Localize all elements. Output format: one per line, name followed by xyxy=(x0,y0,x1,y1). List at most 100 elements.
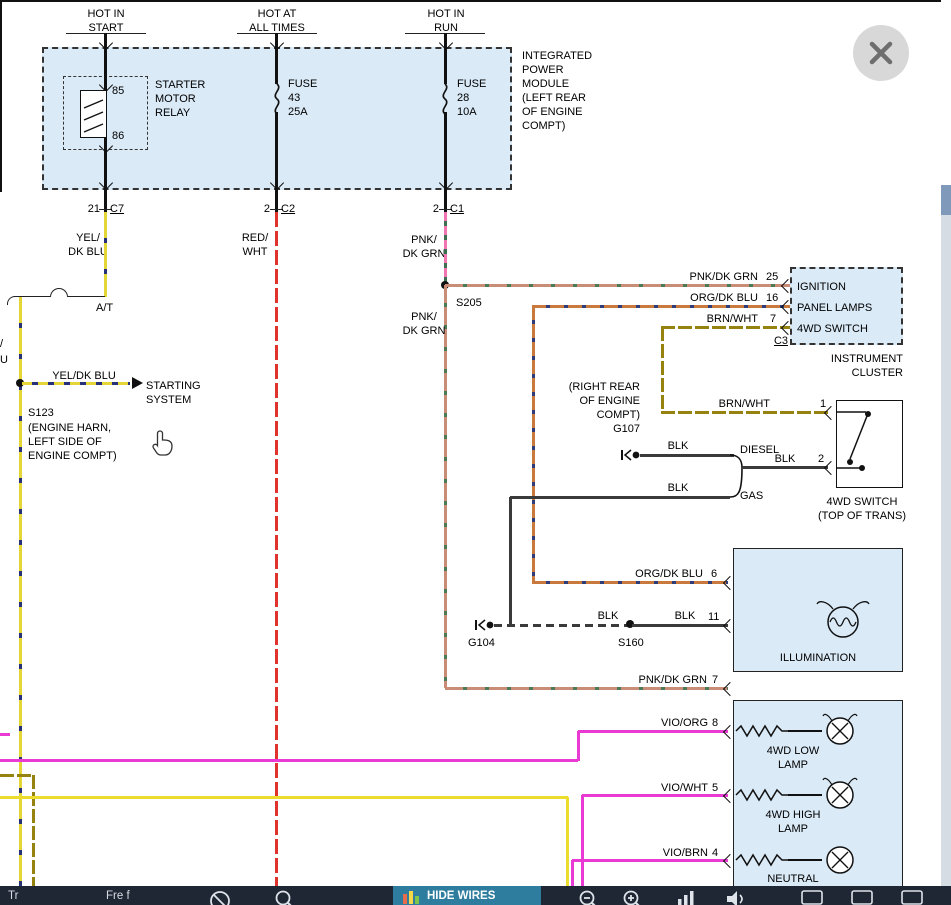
label-red-wht: RED/ WHT xyxy=(233,231,277,259)
wire-fuse43-lower xyxy=(275,112,278,212)
wire-pnk-dkgrn-to-ignition xyxy=(445,284,790,287)
lamp-lead xyxy=(788,794,822,796)
label-brn-wht-7: BRN/WHT xyxy=(648,312,758,326)
window-icon[interactable] xyxy=(850,889,876,905)
mouse-cursor-hand xyxy=(152,430,174,456)
window-icon[interactable] xyxy=(800,889,826,905)
wire-olive-bottom xyxy=(0,774,34,777)
zoom-out-icon[interactable] xyxy=(578,889,600,905)
connector-c3: C3 xyxy=(762,334,788,348)
fuse-43-symbol xyxy=(270,84,284,114)
wire-crossover-bump xyxy=(50,288,68,297)
lamp-lead xyxy=(788,859,822,861)
label-s160: S160 xyxy=(618,636,644,650)
close-button[interactable] xyxy=(853,25,909,81)
hide-wires-label: HIDE WIRES xyxy=(427,890,495,902)
wires-icon xyxy=(403,890,419,904)
label-gas: GAS xyxy=(740,489,763,503)
wire-org-dkblu-top xyxy=(532,305,790,308)
relay-coil-hatch xyxy=(80,90,107,138)
relay-pin-86: 86 xyxy=(112,129,124,143)
4wd-low-lamp-symbol xyxy=(822,709,858,749)
label-org-dkblu-6: ORG/DK BLU xyxy=(608,567,703,581)
connector-pin-2: 2 xyxy=(252,202,270,216)
label-org-dkblu-16: ORG/DK BLU xyxy=(648,291,758,305)
label-neutral-lamp: NEUTRAL xyxy=(733,872,853,886)
fuse-28-symbol xyxy=(438,84,452,114)
pin-7: 7 xyxy=(712,673,718,687)
circle-slash-icon[interactable] xyxy=(208,889,232,905)
label-starting-system: STARTING SYSTEM xyxy=(146,379,201,407)
label-blk: BLK xyxy=(648,481,708,495)
relay-pin-85: 85 xyxy=(112,84,124,98)
wiring-diagram-page: HOT IN START HOT AT ALL TIMES HOT IN RUN… xyxy=(0,0,951,905)
label-integrated-power-module: INTEGRATED POWER MODULE (LEFT REAR OF EN… xyxy=(522,49,592,133)
lamp-lead xyxy=(788,730,822,732)
label-hot-in-run: HOT IN RUN xyxy=(401,7,491,35)
label-pnk-dkgrn-mid: PNK/ DK GRN xyxy=(394,310,454,338)
wire-brn-wht-vertical xyxy=(661,327,664,412)
scrollbar-track[interactable] xyxy=(941,215,951,886)
label-blk: BLK xyxy=(660,609,710,623)
wire-blk-diesel xyxy=(640,454,734,457)
pin-7: 7 xyxy=(770,312,776,326)
label-vio-org: VIO/ORG xyxy=(638,716,708,730)
pin-5: 5 xyxy=(712,781,718,795)
chart-bars-icon[interactable] xyxy=(676,889,696,905)
at-branch-line xyxy=(68,296,105,297)
connector-c1: C1 xyxy=(450,202,464,216)
label-blk: BLK xyxy=(648,439,708,453)
pin-8: 8 xyxy=(712,716,718,730)
speaker-icon[interactable] xyxy=(724,888,746,905)
label-starter-motor-relay: STARTER MOTOR RELAY xyxy=(155,78,205,120)
connector-pin-21: 21 xyxy=(78,202,100,216)
wire-yellow-bottom xyxy=(0,796,568,799)
label-s123-location: (ENGINE HARN, LEFT SIDE OF ENGINE COMPT) xyxy=(28,421,117,463)
pin-16: 16 xyxy=(766,291,778,305)
hide-wires-button[interactable]: HIDE WIRES xyxy=(393,886,541,905)
label-g104: G104 xyxy=(468,636,495,650)
label-blk: BLK xyxy=(583,609,633,623)
wire-org-dkblu-to-pin6 xyxy=(532,581,728,584)
taskbar-text-fragment: Tr xyxy=(8,890,18,902)
connector-c7: C7 xyxy=(110,202,124,216)
arrow-right-icon xyxy=(132,377,143,389)
connector-c2: C2 xyxy=(281,202,295,216)
window-icon[interactable] xyxy=(900,889,926,905)
label-fuse-43: FUSE 43 25A xyxy=(288,77,317,119)
clipped-label-fragment: / xyxy=(0,337,3,351)
wire-pnk-dkgrn-to-pin7 xyxy=(445,687,728,690)
taskbar-text-fragment: Fre f xyxy=(106,890,130,902)
label-vio-wht: VIO/WHT xyxy=(638,781,708,795)
pin-4: 4 xyxy=(712,846,718,860)
wire-fuse28-lower xyxy=(444,112,447,212)
search-icon[interactable] xyxy=(274,889,296,905)
label-brn-wht-1: BRN/WHT xyxy=(690,397,770,411)
cluster-item-4wd-switch: 4WD SWITCH xyxy=(797,322,868,336)
cluster-item-panel-lamps: PANEL LAMPS xyxy=(797,301,872,315)
wire-red-wht xyxy=(275,212,278,886)
ground-g104-icon xyxy=(474,618,495,632)
wire-magenta-stub xyxy=(0,733,10,736)
resistor-symbol xyxy=(736,854,788,866)
frame-top xyxy=(0,0,941,2)
wire-vio-org xyxy=(578,730,728,733)
wire-vio-org-drop xyxy=(577,731,580,761)
label-s123: S123 xyxy=(28,406,54,420)
4wd-high-lamp-symbol xyxy=(822,773,858,813)
frame-left xyxy=(0,0,2,192)
wire-olive-bottom-drop xyxy=(32,775,35,886)
label-at: A/T xyxy=(96,301,113,315)
label-4wd-switch: 4WD SWITCH (TOP OF TRANS) xyxy=(790,495,934,523)
label-fuse-28: FUSE 28 10A xyxy=(457,77,486,119)
scrollbar-thumb[interactable] xyxy=(941,185,951,215)
cluster-item-ignition: IGNITION xyxy=(797,280,846,294)
wire-blk-gas xyxy=(510,496,730,499)
wire-pnk-dkgrn-lower xyxy=(444,285,447,688)
label-g107-location: (RIGHT REAR OF ENGINE COMPT) G107 xyxy=(548,380,640,436)
zoom-in-icon[interactable] xyxy=(622,889,644,905)
label-pnk-dkgrn-25: PNK/DK GRN xyxy=(648,270,758,284)
label-blk: BLK xyxy=(760,452,810,466)
taskbar: Tr Fre f HIDE WIRES xyxy=(0,886,951,905)
wire-blk-gas-vertical xyxy=(509,497,512,625)
